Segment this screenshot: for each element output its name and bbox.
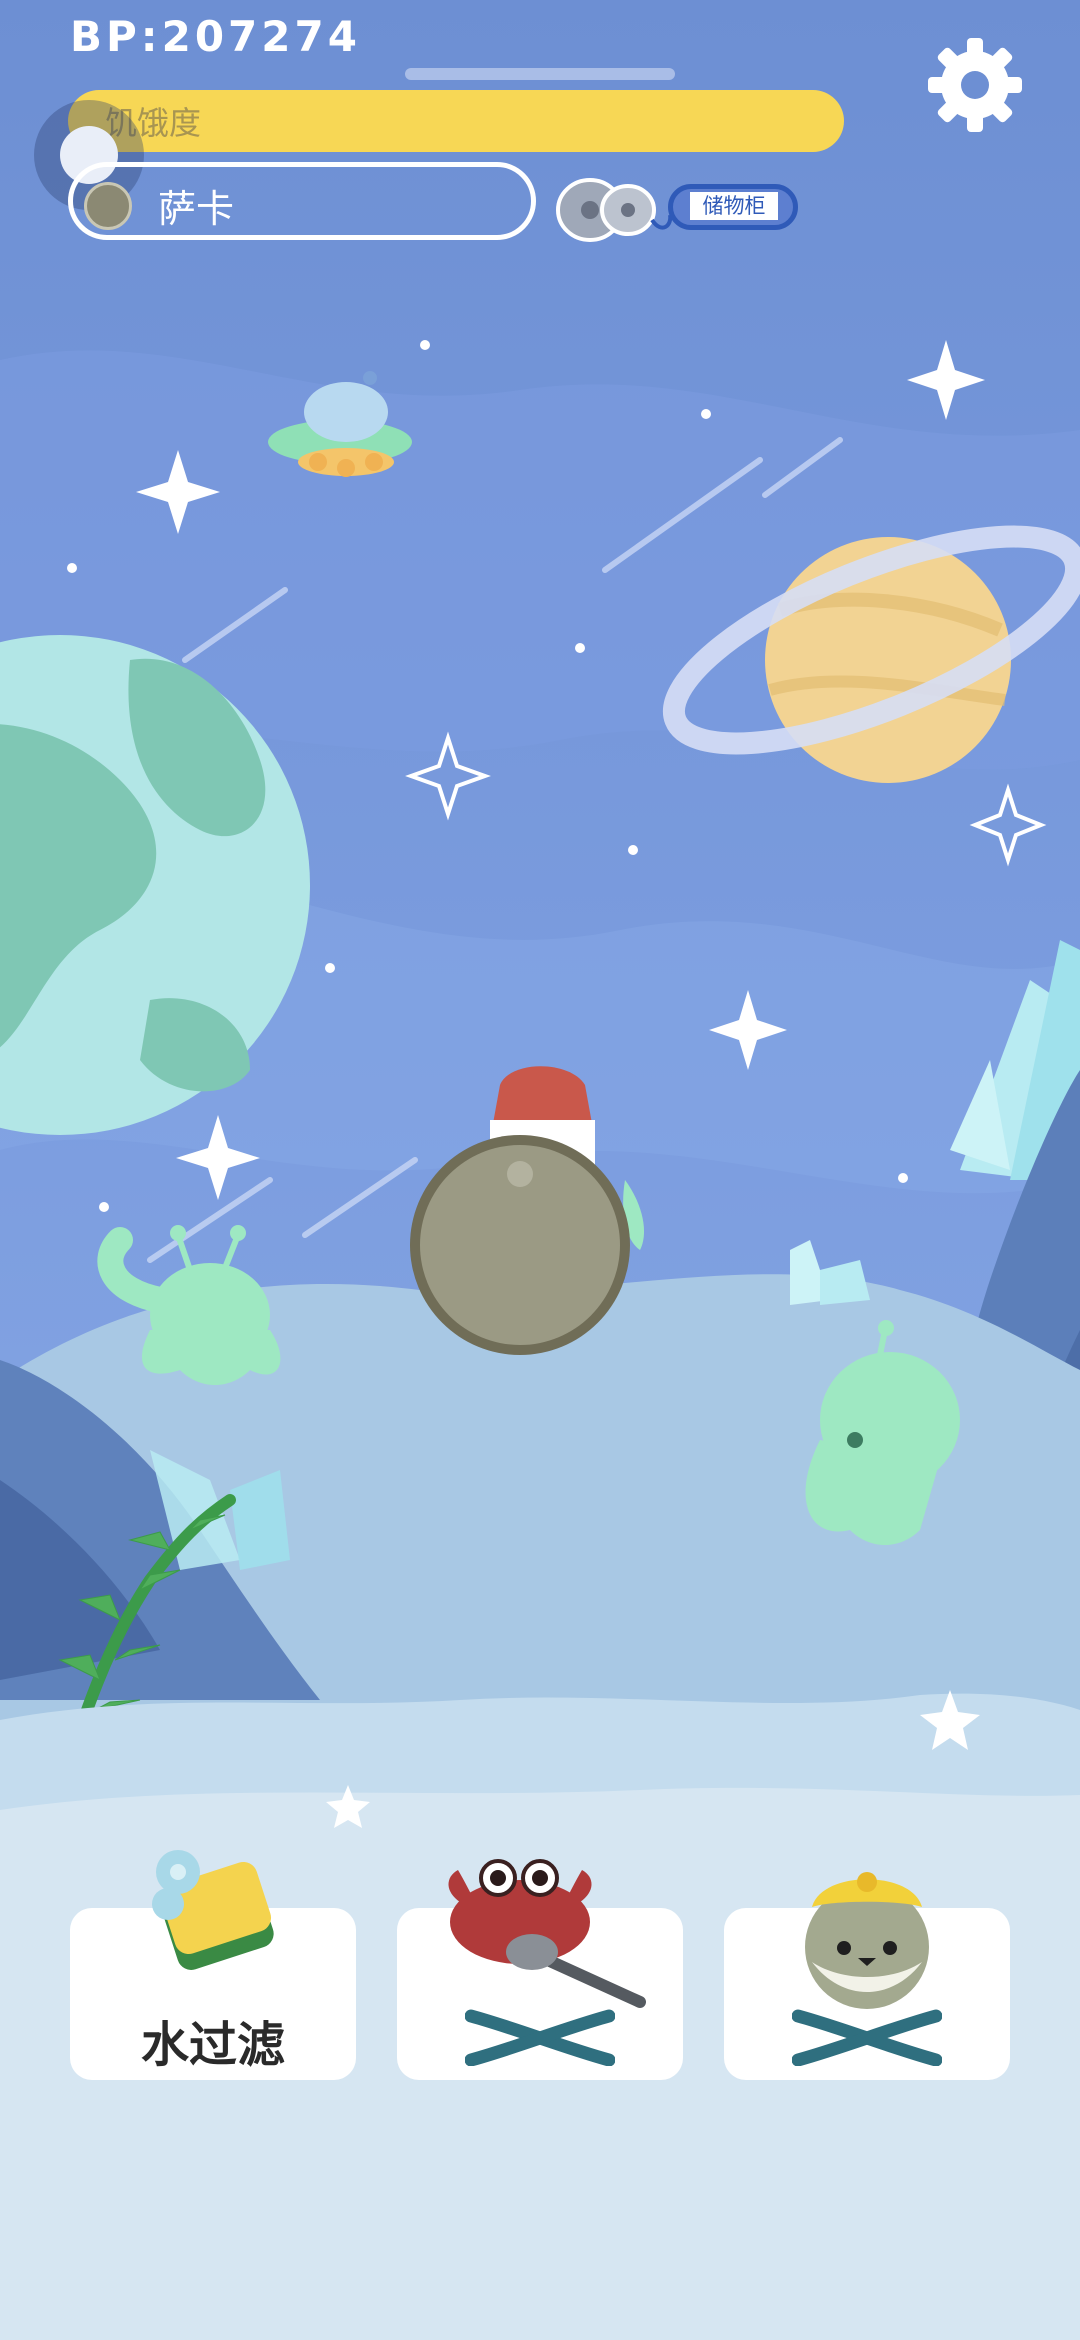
pet-avatar (84, 182, 132, 230)
water-filter-label: 水过滤 (140, 2017, 285, 2073)
bp-score: BP:207274 (70, 12, 361, 61)
fish-icon (805, 1872, 929, 2009)
pet-name-pill[interactable] (68, 162, 536, 240)
gear-icon[interactable] (920, 30, 1030, 140)
storage-icon[interactable] (552, 170, 672, 250)
x-mark-icon (792, 2009, 942, 2066)
sponge-icon (152, 1850, 274, 1970)
pet-name-label: 萨卡 (158, 187, 235, 231)
crab-icon (448, 1859, 646, 2008)
drag-handle[interactable] (405, 68, 675, 80)
pet-egg (410, 1135, 630, 1355)
x-mark-icon (465, 2009, 615, 2066)
storage-label: 储物柜 (690, 192, 778, 220)
